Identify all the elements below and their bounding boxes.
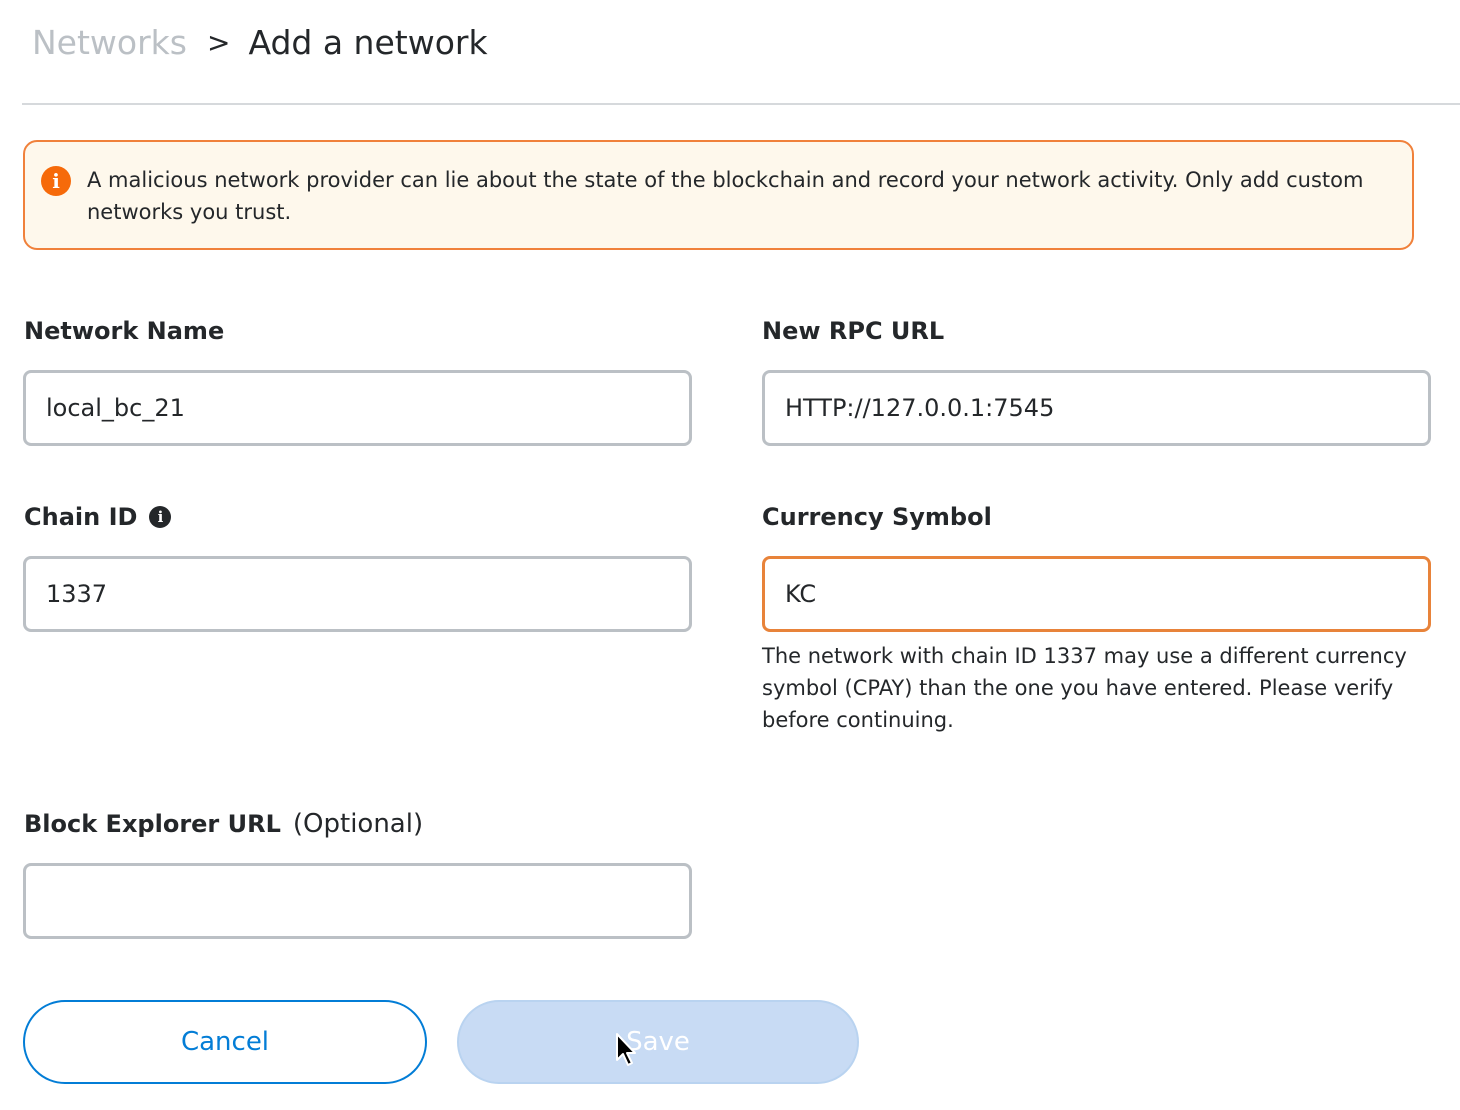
- network-name-input[interactable]: [23, 370, 692, 446]
- warning-banner: i A malicious network provider can lie a…: [23, 140, 1414, 250]
- chevron-right-icon: >: [206, 25, 231, 59]
- header-divider: [22, 103, 1460, 105]
- block-explorer-label: Block Explorer URL (Optional): [24, 806, 423, 842]
- chain-id-input[interactable]: [23, 556, 692, 632]
- optional-tag: (Optional): [292, 809, 424, 839]
- block-explorer-label-text: Block Explorer URL: [24, 810, 281, 838]
- breadcrumb: Networks > Add a network: [32, 18, 488, 66]
- info-warning-icon: i: [41, 166, 71, 196]
- chain-id-label-text: Chain ID: [24, 503, 138, 531]
- page-title: Add a network: [248, 22, 488, 62]
- chain-id-label: Chain ID i: [24, 500, 172, 534]
- save-button[interactable]: Save: [457, 1000, 859, 1084]
- add-network-page: Networks > Add a network i A malicious n…: [0, 0, 1460, 1110]
- info-icon[interactable]: i: [149, 506, 172, 528]
- currency-symbol-input[interactable]: [762, 556, 1431, 632]
- breadcrumb-networks-link[interactable]: Networks: [32, 23, 187, 62]
- mouse-pointer-icon: [616, 1033, 636, 1066]
- warning-text: A malicious network provider can lie abo…: [87, 168, 1364, 224]
- block-explorer-input[interactable]: [23, 863, 692, 939]
- currency-symbol-label-text: Currency Symbol: [762, 503, 992, 531]
- cancel-button[interactable]: Cancel: [23, 1000, 427, 1084]
- rpc-url-label-text: New RPC URL: [762, 317, 945, 345]
- rpc-url-input[interactable]: [762, 370, 1431, 446]
- currency-symbol-label: Currency Symbol: [762, 500, 992, 534]
- currency-symbol-warning: The network with chain ID 1337 may use a…: [762, 644, 1407, 732]
- network-name-label-text: Network Name: [24, 317, 225, 345]
- rpc-url-label: New RPC URL: [762, 314, 944, 348]
- network-name-label: Network Name: [24, 314, 224, 348]
